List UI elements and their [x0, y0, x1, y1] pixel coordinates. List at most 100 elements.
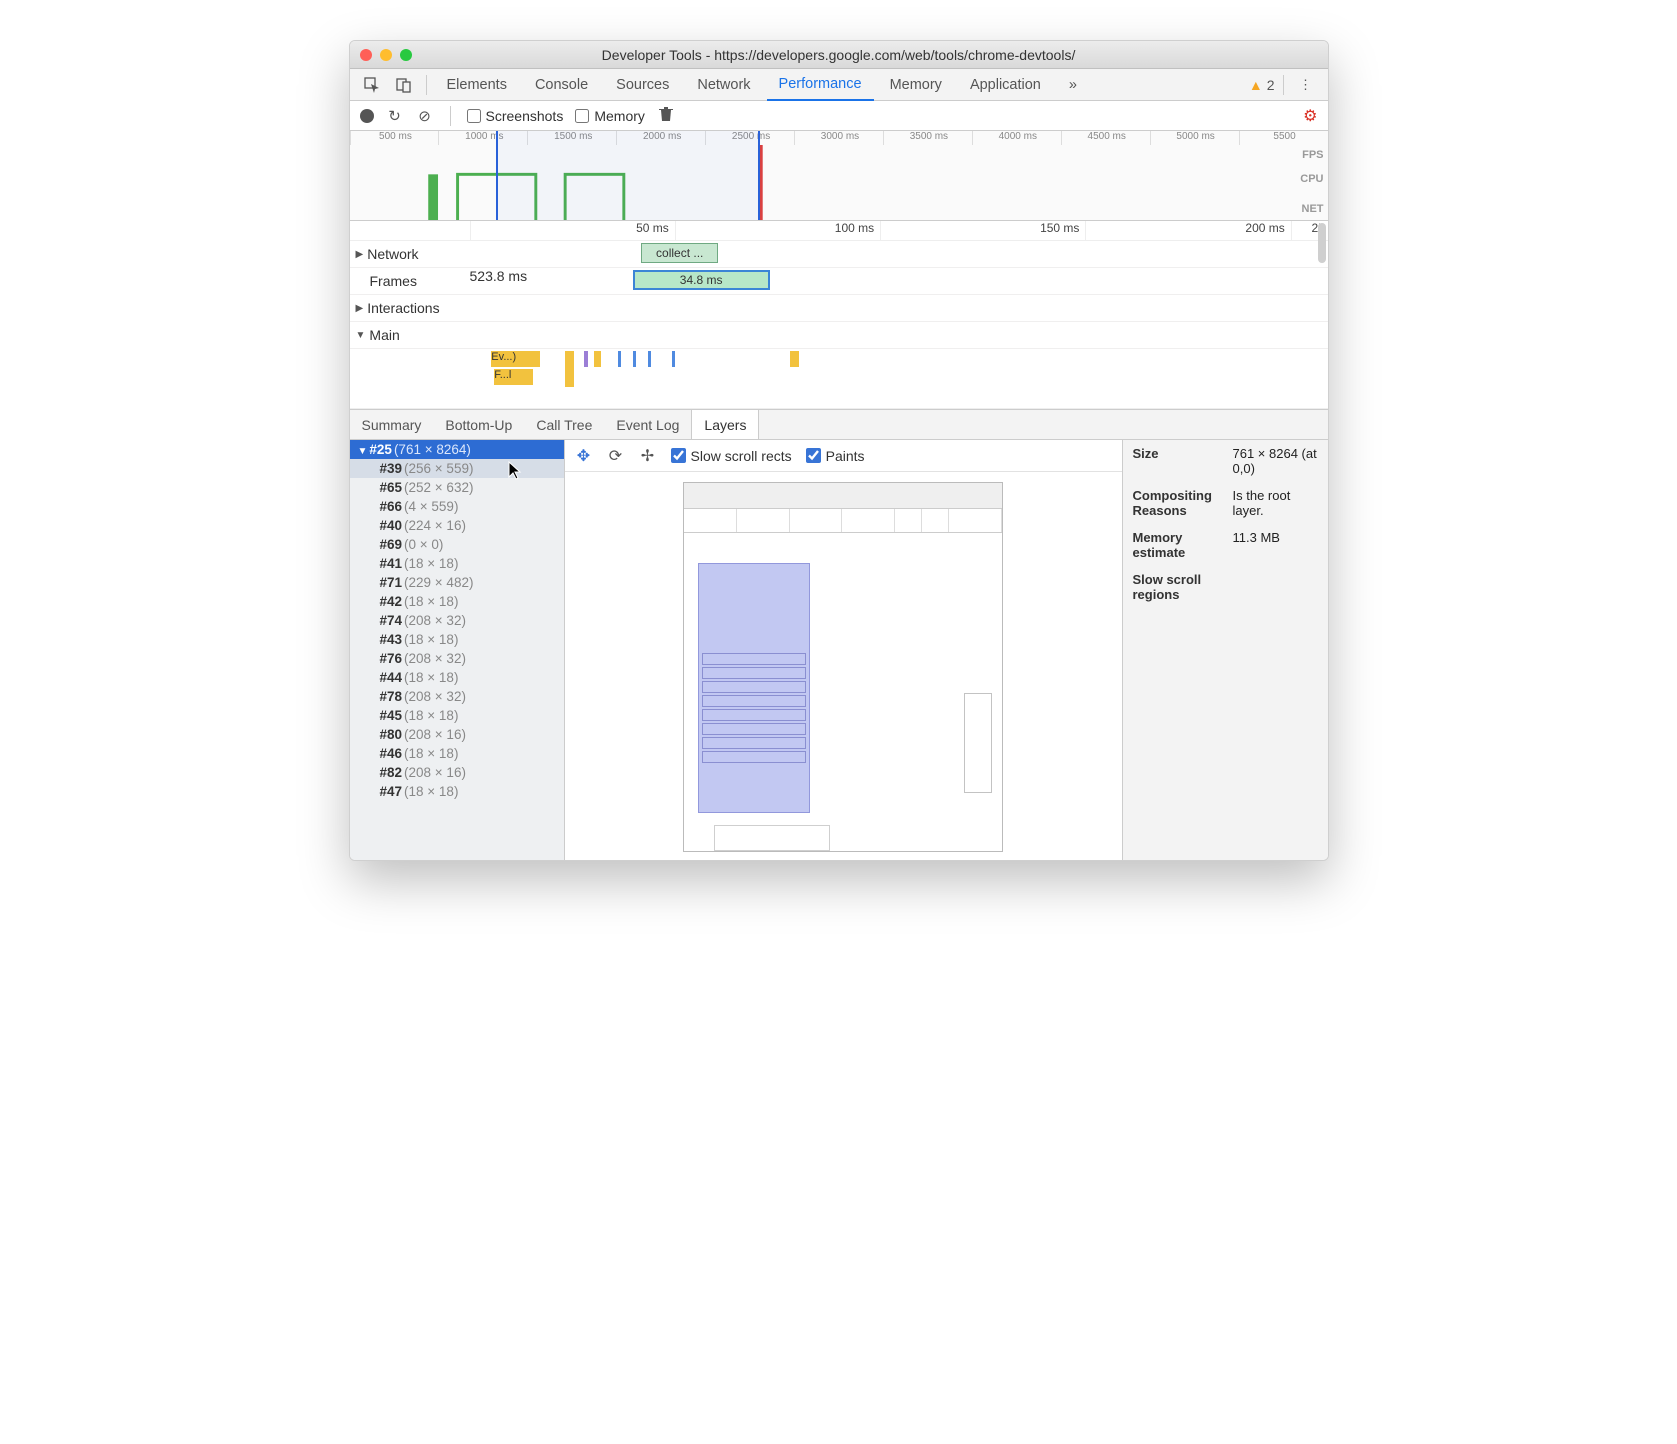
net-label: NET: [1302, 203, 1324, 215]
layer-node[interactable]: #66(4 × 559): [350, 497, 564, 516]
divider: [426, 75, 427, 95]
ruler-tick: 5500: [1239, 131, 1328, 145]
slow-rects-checkbox[interactable]: [671, 448, 686, 463]
layer-node[interactable]: #42(18 × 18): [350, 592, 564, 611]
page-outline[interactable]: [683, 482, 1003, 852]
paints-toggle[interactable]: Paints: [806, 448, 865, 464]
reset-icon[interactable]: ✢: [639, 446, 657, 466]
rotate-icon[interactable]: ⟳: [607, 446, 625, 466]
layer-node[interactable]: #65(252 × 632): [350, 478, 564, 497]
flame-event[interactable]: [594, 351, 601, 367]
canvas-view[interactable]: [565, 472, 1122, 860]
overview-timeline[interactable]: 500 ms 1000 ms 1500 ms 2000 ms 2500 ms 3…: [350, 131, 1328, 221]
minimize-icon[interactable]: [380, 49, 392, 61]
clear-icon[interactable]: ⊘: [416, 107, 434, 125]
collapse-icon[interactable]: ▼: [358, 446, 368, 457]
subtab-layers[interactable]: Layers: [691, 410, 759, 439]
menu-icon[interactable]: ⋮: [1292, 71, 1320, 99]
overview-selection[interactable]: [496, 131, 760, 220]
flame-event[interactable]: [633, 351, 636, 367]
layer-node[interactable]: #80(208 × 16): [350, 725, 564, 744]
layer-node[interactable]: #69(0 × 0): [350, 535, 564, 554]
flame-event[interactable]: [618, 351, 621, 367]
lane-label: Main: [369, 327, 399, 343]
layer-node[interactable]: #82(208 × 16): [350, 763, 564, 782]
layer-node[interactable]: #78(208 × 32): [350, 687, 564, 706]
screenshots-toggle[interactable]: Screenshots: [467, 108, 564, 124]
flame-event[interactable]: [584, 351, 588, 367]
layer-node[interactable]: #74(208 × 32): [350, 611, 564, 630]
slow-rects-toggle[interactable]: Slow scroll rects: [671, 448, 792, 464]
flame-chart[interactable]: Ev...) F...l: [350, 349, 1328, 409]
lane-network[interactable]: ▶Network collect ...: [350, 241, 1328, 268]
layers-tree[interactable]: ▼ #25(761 × 8264) #39(256 × 559)#65(252 …: [350, 440, 565, 860]
layer-dim: (18 × 18): [404, 670, 458, 685]
layer-id: #39: [380, 461, 403, 476]
tab-application[interactable]: Application: [958, 69, 1053, 101]
layer-node[interactable]: #47(18 × 18): [350, 782, 564, 801]
layer-node[interactable]: #40(224 × 16): [350, 516, 564, 535]
tab-network[interactable]: Network: [685, 69, 762, 101]
subtab-event-log[interactable]: Event Log: [604, 410, 691, 439]
layer-dim: (18 × 18): [404, 556, 458, 571]
collapse-icon[interactable]: ▼: [356, 330, 366, 341]
settings-gear-icon[interactable]: ⚙: [1303, 106, 1317, 126]
lane-interactions[interactable]: ▶Interactions: [350, 295, 1328, 322]
trash-icon[interactable]: [657, 106, 675, 126]
memory-toggle[interactable]: Memory: [575, 108, 645, 124]
layer-node[interactable]: #46(18 × 18): [350, 744, 564, 763]
layer-node[interactable]: #45(18 × 18): [350, 706, 564, 725]
layer-dim: (229 × 482): [404, 575, 473, 590]
layer-node[interactable]: #43(18 × 18): [350, 630, 564, 649]
tabs-overflow[interactable]: »: [1057, 69, 1089, 101]
close-icon[interactable]: [360, 49, 372, 61]
layer-id: #47: [380, 784, 403, 799]
flame-event[interactable]: [648, 351, 651, 367]
tab-memory[interactable]: Memory: [878, 69, 954, 101]
flame-event[interactable]: F...l: [494, 369, 533, 385]
expand-icon[interactable]: ▶: [356, 303, 364, 314]
layer-dim: (18 × 18): [404, 746, 458, 761]
flame-event[interactable]: [565, 351, 575, 387]
layer-node[interactable]: #71(229 × 482): [350, 573, 564, 592]
flame-event[interactable]: [790, 351, 800, 367]
layer-node[interactable]: #41(18 × 18): [350, 554, 564, 573]
pan-icon[interactable]: ✥: [575, 446, 593, 466]
lane-frames[interactable]: Frames 34.8 ms 523.8 ms: [350, 268, 1328, 295]
slow-rects-label: Slow scroll rects: [691, 448, 792, 464]
tab-sources[interactable]: Sources: [604, 69, 681, 101]
screenshots-checkbox[interactable]: [467, 109, 481, 123]
layer-id: #44: [380, 670, 403, 685]
inspect-icon[interactable]: [358, 71, 386, 99]
memory-checkbox[interactable]: [575, 109, 589, 123]
layer-dim: (18 × 18): [404, 632, 458, 647]
zoom-icon[interactable]: [400, 49, 412, 61]
device-toggle-icon[interactable]: [390, 71, 418, 99]
network-bar[interactable]: collect ...: [641, 243, 718, 263]
layer-node-root[interactable]: ▼ #25(761 × 8264): [350, 440, 564, 459]
expand-icon[interactable]: ▶: [356, 249, 364, 260]
record-icon[interactable]: [360, 109, 374, 123]
frame-bar[interactable]: 34.8 ms: [633, 270, 770, 290]
ruler-tick: 4000 ms: [972, 131, 1061, 145]
layer-node[interactable]: #39(256 × 559): [350, 459, 564, 478]
paints-checkbox[interactable]: [806, 448, 821, 463]
tab-performance[interactable]: Performance: [767, 69, 874, 101]
layer-node[interactable]: #44(18 × 18): [350, 668, 564, 687]
flame-event[interactable]: Ev...): [491, 351, 540, 367]
warnings-badge[interactable]: ▲ 2: [1249, 77, 1275, 93]
layer-id: #66: [380, 499, 403, 514]
tab-elements[interactable]: Elements: [435, 69, 519, 101]
ruler-tick: 50 ms: [470, 221, 675, 240]
flame-event[interactable]: [672, 351, 675, 367]
lane-main[interactable]: ▼Main: [350, 322, 1328, 349]
layer-id: #71: [380, 575, 403, 590]
tab-console[interactable]: Console: [523, 69, 600, 101]
subtab-call-tree[interactable]: Call Tree: [524, 410, 604, 439]
subtab-bottom-up[interactable]: Bottom-Up: [433, 410, 524, 439]
layer-dim: (208 × 32): [404, 689, 466, 704]
layer-dim: (18 × 18): [404, 784, 458, 799]
reload-icon[interactable]: ↻: [386, 107, 404, 125]
subtab-summary[interactable]: Summary: [350, 410, 434, 439]
layer-node[interactable]: #76(208 × 32): [350, 649, 564, 668]
